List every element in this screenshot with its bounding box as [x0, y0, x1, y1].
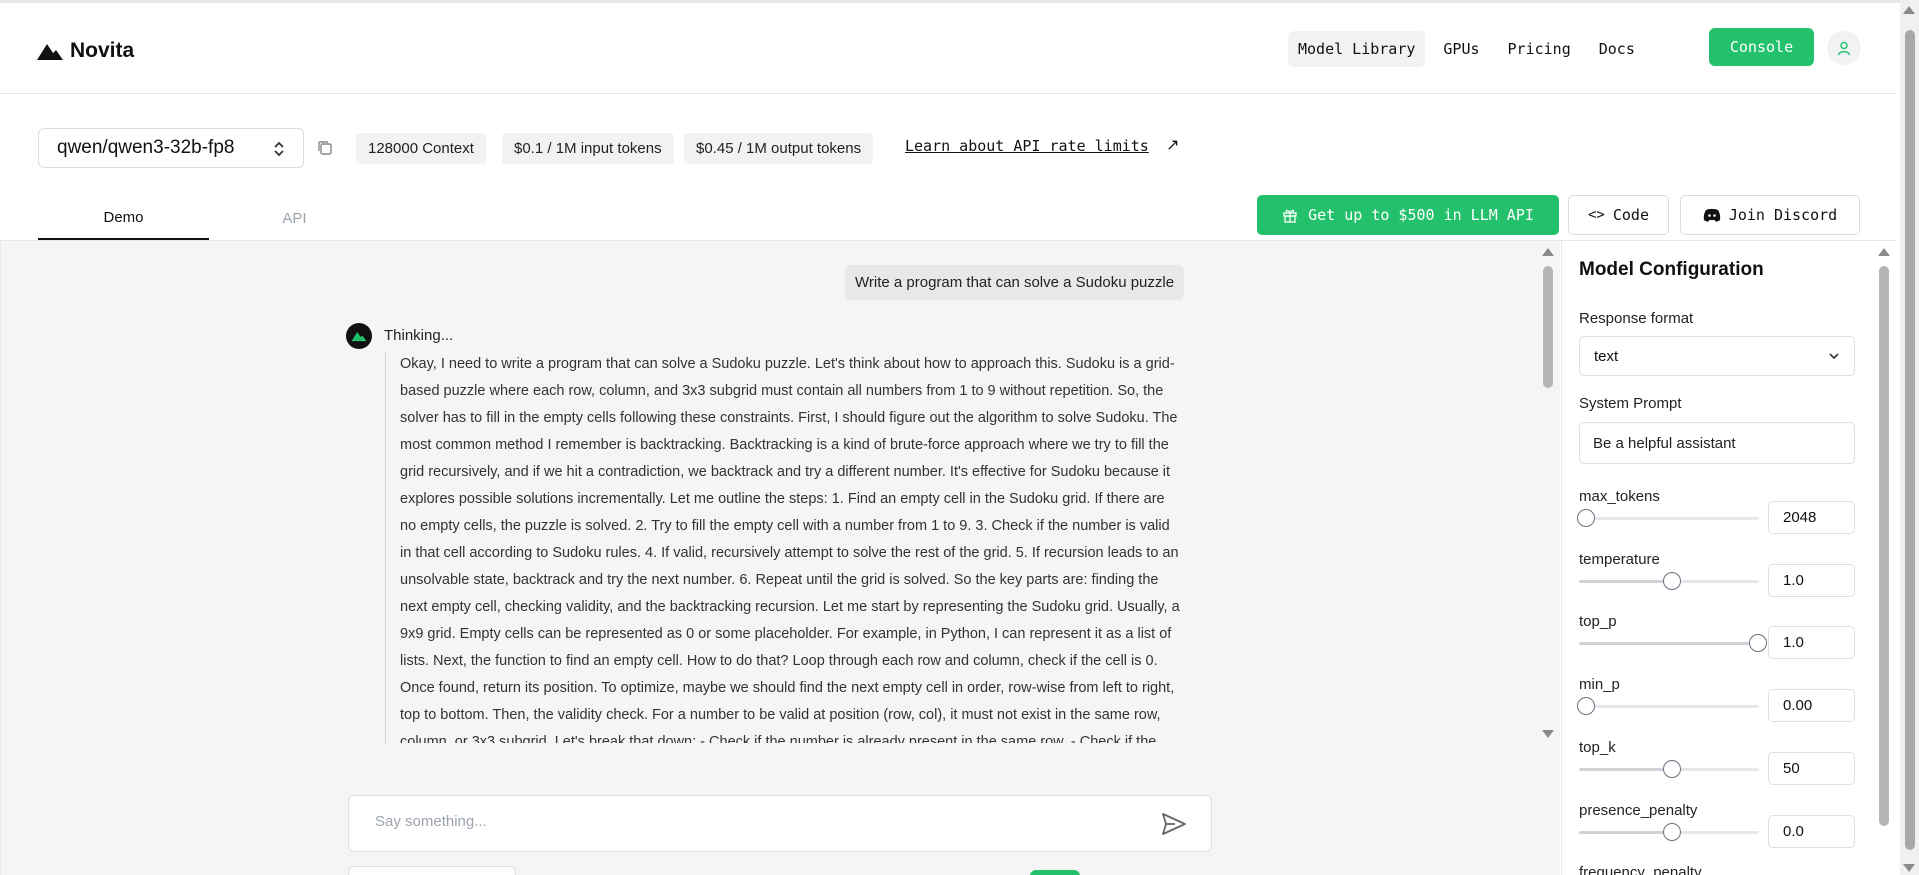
tab-api[interactable]: API — [209, 196, 380, 240]
scroll-up-arrow-icon[interactable] — [1542, 248, 1554, 256]
nav-docs[interactable]: Docs — [1589, 31, 1645, 67]
slider-fill — [1579, 768, 1669, 771]
rate-limits-link[interactable]: Learn about API rate limits — [905, 137, 1149, 155]
slider-thumb[interactable] — [1749, 634, 1767, 652]
user-icon — [1837, 41, 1851, 56]
bottom-toggle[interactable] — [1030, 870, 1080, 875]
tab-demo[interactable]: Demo — [38, 196, 209, 240]
page-scroll-down-icon[interactable] — [1903, 864, 1915, 872]
assistant-avatar — [346, 323, 372, 349]
slider-thumb[interactable] — [1577, 509, 1595, 527]
input-price-chip: $0.1 / 1M input tokens — [502, 133, 674, 164]
param-label-presence-penalty: presence_penalty — [1579, 802, 1698, 819]
nav-links: Model Library GPUs Pricing Docs — [1288, 31, 1645, 67]
param-slider-top-p[interactable] — [1579, 634, 1767, 652]
slider-thumb[interactable] — [1663, 572, 1681, 590]
model-select[interactable]: qwen/qwen3-32b-fp8 — [38, 128, 304, 168]
chat-scroll-thumb[interactable] — [1543, 266, 1553, 388]
copy-icon[interactable] — [316, 139, 334, 157]
param-label-top-p: top_p — [1579, 613, 1617, 630]
system-prompt-label: System Prompt — [1579, 395, 1682, 412]
context-chip: 128000 Context — [356, 133, 486, 164]
param-slider-presence-penalty[interactable] — [1579, 823, 1759, 841]
discord-icon — [1703, 208, 1720, 222]
thinking-border — [385, 352, 386, 744]
param-slider-min-p[interactable] — [1577, 697, 1759, 715]
join-discord-button[interactable]: Join Discord — [1680, 195, 1860, 235]
external-link-icon: ↗ — [1166, 137, 1180, 154]
bottom-control[interactable] — [348, 866, 516, 875]
chat-input-box — [348, 795, 1212, 852]
output-price-chip: $0.45 / 1M output tokens — [684, 133, 874, 164]
thinking-label: Thinking... — [384, 327, 454, 344]
brand-name: Novita — [70, 39, 135, 62]
param-label-temperature: temperature — [1579, 551, 1660, 568]
novita-logo-icon — [351, 332, 367, 342]
chevron-down-icon — [1829, 353, 1839, 360]
slider-fill — [1579, 580, 1669, 583]
chevron-up-down-icon — [274, 141, 284, 157]
param-label-top-k: top_k — [1579, 739, 1616, 756]
user-avatar-button[interactable] — [1827, 31, 1861, 65]
config-title: Model Configuration — [1579, 259, 1764, 280]
gift-icon — [1283, 209, 1297, 223]
param-input-top-p[interactable]: 1.0 — [1768, 626, 1855, 659]
param-label-frequency-penalty: frequency_penalty — [1579, 864, 1702, 875]
user-message: Write a program that can solve a Sudoku … — [845, 265, 1185, 300]
slider-thumb[interactable] — [1663, 823, 1681, 841]
nav-pricing[interactable]: Pricing — [1498, 31, 1581, 67]
param-label-min-p: min_p — [1579, 676, 1620, 693]
discord-label: Join Discord — [1728, 206, 1838, 224]
code-icon: <> — [1588, 207, 1605, 223]
model-name: qwen/qwen3-32b-fp8 — [57, 137, 235, 158]
top-nav: Novita Model Library GPUs Pricing Docs — [0, 3, 1896, 94]
send-icon[interactable] — [1161, 812, 1187, 836]
system-prompt-input[interactable]: Be a helpful assistant — [1579, 422, 1855, 464]
response-format-value: text — [1594, 347, 1619, 365]
slider-thumb[interactable] — [1663, 760, 1681, 778]
param-slider-top-k[interactable] — [1579, 760, 1759, 778]
brand-logo[interactable]: Novita — [36, 39, 134, 63]
response-format-select[interactable]: text — [1579, 336, 1855, 376]
nav-gpus[interactable]: GPUs — [1433, 31, 1489, 67]
param-input-temperature[interactable]: 1.0 — [1768, 564, 1855, 597]
slider-fill — [1579, 831, 1669, 834]
promo-label: Get up to $500 in LLM API — [1308, 206, 1534, 224]
scroll-down-arrow-icon[interactable] — [1542, 730, 1554, 738]
param-slider-max-tokens[interactable] — [1577, 509, 1759, 527]
config-scroll-thumb[interactable] — [1879, 266, 1889, 826]
chat-input[interactable] — [375, 813, 1135, 830]
model-configuration-panel: Model Configuration Response format text… — [1561, 241, 1879, 875]
slider-thumb[interactable] — [1577, 697, 1595, 715]
page-scroll-thumb[interactable] — [1905, 30, 1915, 850]
param-input-max-tokens[interactable]: 2048 — [1768, 501, 1855, 534]
param-slider-temperature[interactable] — [1579, 572, 1759, 590]
param-label-max-tokens: max_tokens — [1579, 488, 1660, 505]
novita-logo-icon — [37, 44, 63, 60]
code-label: Code — [1612, 206, 1649, 224]
config-scroll-up-icon[interactable] — [1878, 248, 1890, 256]
code-button[interactable]: <> Code — [1568, 195, 1669, 235]
response-format-label: Response format — [1579, 310, 1694, 327]
param-input-top-k[interactable]: 50 — [1768, 752, 1855, 785]
slider-fill — [1579, 642, 1759, 645]
thinking-content: Okay, I need to write a program that can… — [400, 351, 1182, 743]
page-scroll-up-icon[interactable] — [1903, 6, 1915, 14]
thinking-text: Okay, I need to write a program that can… — [400, 356, 1180, 743]
param-input-min-p[interactable]: 0.00 — [1768, 689, 1855, 722]
console-button[interactable]: Console — [1709, 28, 1814, 66]
promo-button[interactable]: Get up to $500 in LLM API — [1257, 195, 1559, 235]
param-input-presence-penalty[interactable]: 0.0 — [1768, 815, 1855, 848]
nav-model-library[interactable]: Model Library — [1288, 31, 1426, 67]
